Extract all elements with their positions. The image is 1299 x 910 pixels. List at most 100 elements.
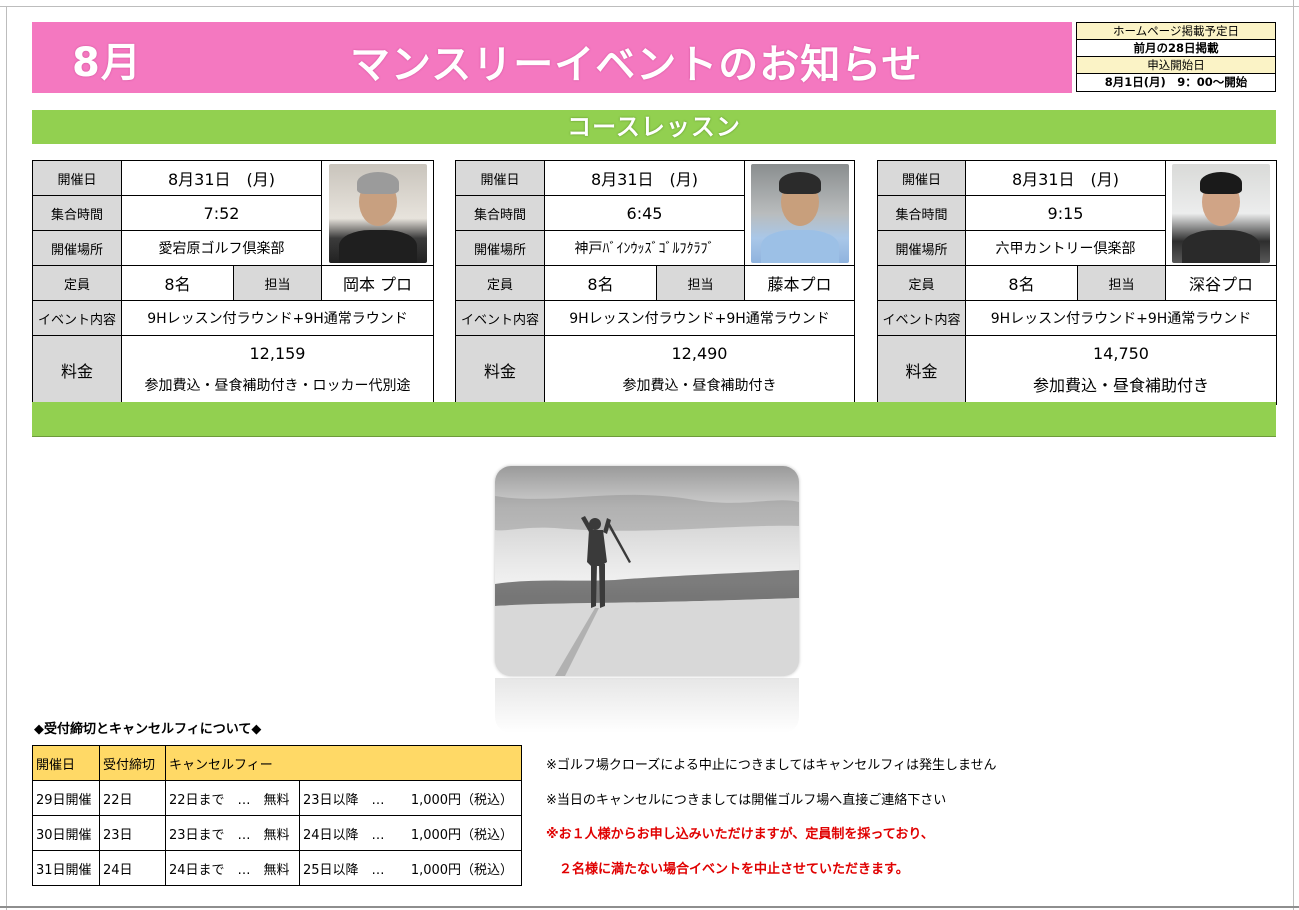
event-table-3: 開催日 8月31日 (月) 集合時間 9:15 開催場所 六甲カントリー倶楽部 … [877,160,1277,405]
instructor-photo-image [328,163,427,263]
publish-value: 前月の28日掲載 [1077,40,1275,57]
section-footer-bar [32,402,1276,437]
event-date: 8月31日 (月) [965,160,1166,196]
golfer-silhouette-image [495,466,799,676]
event-fee-note: 参加費込・昼食補助付き [622,378,777,394]
label-venue: 開催場所 [32,230,122,266]
instructor-photo [321,160,434,266]
apply-value: 8月1日(月) 9：00～開始 [1077,74,1275,91]
cancel-section-title: ◆受付締切とキャンセルフィについて◆ [34,722,262,737]
frame-top-line [0,6,1299,7]
section-title: コースレッスン [567,113,741,141]
label-content: イベント内容 [32,300,122,336]
label-instructor: 担当 [656,265,745,301]
cancel-row-free: 24日まで … 無料 [165,850,300,886]
label-capacity: 定員 [455,265,545,301]
note-same-day-cancel: ※当日のキャンセルにつきましては開催ゴルフ場へ直接ご連絡下さい [546,793,947,808]
event-meet-time: 9:15 [965,195,1166,231]
frame-left-line [6,6,7,910]
event-meet-time: 7:52 [121,195,322,231]
instructor-photo-image [1172,163,1270,263]
cancel-row-amount: 1,000円（税込） [397,780,523,816]
cancel-fee-table: 開催日 受付締切 キャンセルフィー 29日開催 22日 22日まで … 無料 2… [32,745,523,886]
label-capacity: 定員 [32,265,122,301]
label-meet-time: 集合時間 [32,195,122,231]
section-title-bar: コースレッスン [32,110,1276,144]
instructor-photo [744,160,855,266]
note-capacity-warning-1: ※お１人様からお申し込みいただけますが、定員制を採っており、 [546,827,934,842]
cancel-row-deadline: 23日 [99,815,166,851]
golfer-silhouette-graphic [495,494,799,676]
table-row: 31日開催 24日 24日まで … 無料 25日以降 … 1,000円（税込） [32,850,523,886]
event-venue: 神戸ﾊﾞｲﾝｳｯｽﾞｺﾞﾙﾌｸﾗﾌﾞ [544,230,745,266]
label-capacity: 定員 [877,265,966,301]
note-capacity-warning-2: ２名様に満たない場合イベントを中止させていただきます。 [546,862,909,877]
event-instructor: 深谷プロ [1165,265,1277,301]
event-venue: 六甲カントリー倶楽部 [965,230,1166,266]
label-content: イベント内容 [877,300,966,336]
label-venue: 開催場所 [455,230,545,266]
label-fee: 料金 [32,335,122,405]
cancel-row-deadline: 22日 [99,780,166,816]
event-capacity: 8名 [965,265,1078,301]
event-fee: 12,490 [671,344,728,363]
cancel-row-date: 29日開催 [32,780,100,816]
label-content: イベント内容 [455,300,545,336]
label-venue: 開催場所 [877,230,966,266]
cancel-row-date: 31日開催 [32,850,100,886]
frame-right-line [1293,0,1294,910]
cancel-header-date: 開催日 [32,745,100,781]
publish-label: ホームページ掲載予定日 [1077,23,1275,40]
label-instructor: 担当 [1077,265,1166,301]
event-instructor: 藤本プロ [744,265,855,301]
table-row: 29日開催 22日 22日まで … 無料 23日以降 … 1,000円（税込） [32,780,523,816]
banner-title: マンスリーイベントのお知らせ [350,42,923,88]
event-table-2: 開催日 8月31日 (月) 集合時間 6:45 開催場所 神戸ﾊﾞｲﾝｳｯｽﾞｺ… [455,160,855,405]
golfer-image-reflection [495,678,799,733]
event-capacity: 8名 [121,265,234,301]
event-instructor: 岡本 プロ [321,265,434,301]
label-instructor: 担当 [233,265,322,301]
event-meet-time: 6:45 [544,195,745,231]
apply-label: 申込開始日 [1077,57,1275,74]
schedule-box: ホームページ掲載予定日 前月の28日掲載 申込開始日 8月1日(月) 9：00～… [1076,22,1276,92]
cancel-row-deadline: 24日 [99,850,166,886]
table-row: 30日開催 23日 23日まで … 無料 24日以降 … 1,000円（税込） [32,815,523,851]
cancel-row-after: 24日以降 … [299,815,398,851]
label-meet-time: 集合時間 [455,195,545,231]
event-fee: 12,159 [249,344,306,363]
label-fee: 料金 [877,335,966,405]
event-table-1: 開催日 8月31日 (月) 集合時間 7:52 開催場所 愛宕原ゴルフ倶楽部 定… [32,160,434,405]
event-fee-cell: 14,750 参加費込・昼食補助付き [965,335,1277,405]
label-date: 開催日 [877,160,966,196]
banner-month: 8月 [72,40,142,86]
event-fee-cell: 12,490 参加費込・昼食補助付き [544,335,855,405]
cancel-row-after: 23日以降 … [299,780,398,816]
event-content: 9Hレッスン付ラウンド+9H通常ラウンド [965,300,1277,336]
event-venue: 愛宕原ゴルフ倶楽部 [121,230,322,266]
label-fee: 料金 [455,335,545,405]
event-fee: 14,750 [1093,344,1149,363]
label-date: 開催日 [32,160,122,196]
cancel-row-free: 22日まで … 無料 [165,780,300,816]
event-capacity: 8名 [544,265,657,301]
event-date: 8月31日 (月) [121,160,322,196]
cancel-row-date: 30日開催 [32,815,100,851]
event-date: 8月31日 (月) [544,160,745,196]
instructor-photo-image [750,163,849,263]
event-fee-note: 参加費込・昼食補助付き [1032,376,1209,395]
cancel-row-amount: 1,000円（税込） [397,850,523,886]
event-content: 9Hレッスン付ラウンド+9H通常ラウンド [121,300,434,336]
event-content: 9Hレッスン付ラウンド+9H通常ラウンド [544,300,855,336]
title-banner: 8月 マンスリーイベントのお知らせ [32,22,1072,93]
event-fee-note: 参加費込・昼食補助付き・ロッカー代別途 [144,378,411,394]
cancel-header-deadline: 受付締切 [99,745,166,781]
cancel-row-after: 25日以降 … [299,850,398,886]
cancel-row-free: 23日まで … 無料 [165,815,300,851]
label-meet-time: 集合時間 [877,195,966,231]
label-date: 開催日 [455,160,545,196]
note-course-closure: ※ゴルフ場クローズによる中止につきましてはキャンセルフィは発生しません [546,758,997,773]
event-fee-cell: 12,159 参加費込・昼食補助付き・ロッカー代別途 [121,335,434,405]
instructor-photo [1165,160,1277,266]
cancel-header-fee: キャンセルフィー [164,745,523,781]
